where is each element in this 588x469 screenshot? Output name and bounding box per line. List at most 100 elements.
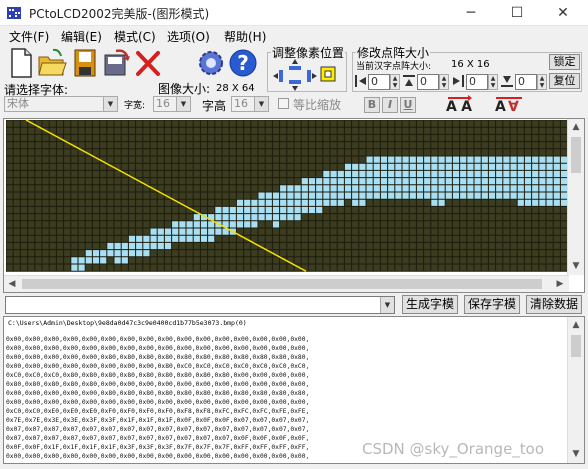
bottom-controls: ▼ 生成字模 保存字模 清除数据 xyxy=(0,295,588,315)
current-size-label: 当前汉字点阵大小: xyxy=(356,62,432,72)
window-title: PCtoLCD2002完美版-(图形模式) xyxy=(29,7,210,21)
scroll-right-icon[interactable]: ▶ xyxy=(552,276,568,292)
pixel-grid[interactable] xyxy=(6,120,568,275)
font-dropdown[interactable]: 宋体 ▼ xyxy=(4,96,118,112)
scroll-up-icon[interactable]: ▲ xyxy=(568,317,584,333)
char-height-value: 16 xyxy=(234,97,248,110)
height-grow-spin[interactable]: ▲ ▼ xyxy=(537,74,547,90)
scroll-down-icon[interactable]: ▼ xyxy=(568,446,584,462)
hex-line: 0x00,0x00,0x00,0x00,0x00,0x00,0x00,0x00,… xyxy=(6,363,310,370)
svg-text:A: A xyxy=(495,99,506,115)
output-vertical-scrollbar[interactable]: ▲ ▼ xyxy=(567,317,584,463)
title-bar: PCtoLCD2002完美版-(图形模式) ─ ☐ ✕ xyxy=(0,0,588,26)
grow-width-icon[interactable] xyxy=(451,74,465,88)
adjust-position-label: 调整像素位置 xyxy=(271,44,346,61)
svg-text:?: ? xyxy=(237,51,249,75)
menu-file[interactable]: 文件(F) xyxy=(9,28,49,45)
save-data-button[interactable]: 保存字模 xyxy=(464,295,520,314)
close-button[interactable]: ✕ xyxy=(540,0,586,26)
hex-line: 0x07,0x07,0x07,0x07,0x07,0x07,0x07,0x07,… xyxy=(6,426,310,433)
output-scroll-thumb[interactable] xyxy=(571,335,581,357)
canvas-horizontal-scrollbar[interactable]: ◀ ▶ xyxy=(4,275,569,292)
char-height-dropdown[interactable]: 16 ▼ xyxy=(231,96,269,112)
image-size-label: 图像大小: xyxy=(158,82,211,96)
hex-line: 0x07,0x07,0x07,0x07,0x07,0x07,0x07,0x07,… xyxy=(6,435,310,442)
generate-button[interactable]: 生成字模 xyxy=(402,295,458,314)
hex-line: 0xC0,0xC0,0xE0,0xE0,0xE0,0xF0,0xF0,0xF0,… xyxy=(6,408,310,415)
menu-edit[interactable]: 编辑(E) xyxy=(61,28,102,45)
move-up-icon[interactable] xyxy=(288,58,302,72)
output-file-path: C:\Users\Admin\Desktop\9e8da0d47c3c9e040… xyxy=(8,319,247,327)
watermark: CSDN @sky_Orange_too xyxy=(362,440,545,458)
hex-line: 0x00,0x00,0x00,0x00,0x00,0x00,0x00,0x00,… xyxy=(6,336,310,343)
hex-line: 0x00,0x00,0x00,0x00,0x00,0x80,0x80,0x80,… xyxy=(6,390,310,397)
current-size-value: 16 X 16 xyxy=(451,59,490,70)
chevron-down-icon: ▼ xyxy=(103,97,117,111)
center-position-icon[interactable] xyxy=(320,66,336,82)
scroll-left-icon[interactable]: ◀ xyxy=(4,276,20,292)
width-shrink-input[interactable]: 0 xyxy=(368,74,390,90)
char-width-dropdown[interactable]: 16 ▼ xyxy=(153,96,191,112)
height-grow-input[interactable]: 0 xyxy=(515,74,537,90)
help-icon[interactable]: ? xyxy=(228,47,258,79)
bold-button[interactable]: B xyxy=(364,97,380,113)
svg-text:∀: ∀ xyxy=(508,99,519,115)
hex-line: 0x00,0x00,0x00,0x00,0x00,0x00,0x00,0x00,… xyxy=(6,345,310,352)
height-shrink-spin[interactable]: ▲ ▼ xyxy=(439,74,449,90)
width-grow-input[interactable]: 0 xyxy=(466,74,488,90)
shrink-width-icon[interactable] xyxy=(354,74,368,88)
width-grow-spin[interactable]: ▲ ▼ xyxy=(488,74,498,90)
clear-data-button[interactable]: 清除数据 xyxy=(526,295,582,314)
hex-line: 0x00,0x00,0x00,0x00,0x00,0x80,0x80,0x80,… xyxy=(6,354,310,361)
height-shrink-input[interactable]: 0 xyxy=(417,74,439,90)
hex-output: 0x00,0x00,0x00,0x00,0x00,0x00,0x00,0x00,… xyxy=(6,335,309,461)
shrink-height-icon[interactable] xyxy=(402,74,416,88)
svg-text:A: A xyxy=(446,99,457,115)
proportional-checkbox[interactable] xyxy=(278,98,289,109)
char-width-value: 16 xyxy=(156,97,170,110)
output-dropdown[interactable]: ▼ xyxy=(5,296,395,314)
open-folder-icon[interactable] xyxy=(37,47,67,79)
vertical-scroll-thumb[interactable] xyxy=(571,137,581,173)
scroll-down-icon[interactable]: ▼ xyxy=(568,258,584,274)
lock-button[interactable]: 锁定 xyxy=(549,54,580,70)
image-size-value: 28 X 64 xyxy=(216,83,255,94)
scroll-up-icon[interactable]: ▲ xyxy=(568,119,584,135)
delete-x-icon[interactable] xyxy=(133,47,163,79)
restore-button[interactable]: 复位 xyxy=(549,73,580,89)
font-dropdown-value: 宋体 xyxy=(7,97,29,110)
menu-bar: 文件(F) 编辑(E) 模式(C) 选项(O) 帮助(H) xyxy=(0,26,588,44)
hex-line: 0x00,0x00,0x00,0x00,0x00,0x00,0x00,0x00,… xyxy=(6,399,310,406)
save-as-icon[interactable] xyxy=(102,47,132,79)
menu-mode[interactable]: 模式(C) xyxy=(114,28,156,45)
menu-help[interactable]: 帮助(H) xyxy=(224,28,266,45)
maximize-button[interactable]: ☐ xyxy=(494,0,540,26)
minimize-button[interactable]: ─ xyxy=(448,0,494,26)
move-left-icon[interactable] xyxy=(272,69,286,83)
new-file-icon[interactable] xyxy=(5,47,35,79)
svg-text:A: A xyxy=(461,99,472,115)
rotate-icon[interactable]: A A xyxy=(444,95,474,115)
underline-button[interactable]: U xyxy=(400,97,416,113)
settings-gear-icon[interactable] xyxy=(196,47,226,79)
horizontal-scroll-thumb[interactable] xyxy=(22,279,542,289)
hex-line: 0x80,0x80,0x80,0x80,0x80,0x00,0x00,0x00,… xyxy=(6,381,310,388)
canvas-vertical-scrollbar[interactable]: ▲ ▼ xyxy=(567,119,584,275)
chevron-down-icon: ▼ xyxy=(254,97,268,111)
proportional-label: 等比缩放 xyxy=(293,98,342,112)
app-icon xyxy=(7,7,21,19)
move-right-icon[interactable] xyxy=(304,69,318,83)
char-width-label: 字宽: xyxy=(124,101,146,111)
menu-options[interactable]: 选项(O) xyxy=(167,28,210,45)
grow-height-icon[interactable] xyxy=(500,74,514,88)
chevron-down-icon: ▼ xyxy=(176,97,190,111)
pixel-canvas[interactable]: ▲ ▼ ◀ ▶ xyxy=(3,118,585,293)
italic-button[interactable]: I xyxy=(382,97,398,113)
flip-icon[interactable]: A ∀ xyxy=(494,95,526,115)
char-height-label: 字高 xyxy=(202,99,227,113)
hex-line: 0x7E,0x7E,0x3E,0x3E,0x3F,0x3F,0x1F,0x1F,… xyxy=(6,417,310,424)
width-shrink-spin[interactable]: ▲ ▼ xyxy=(390,74,400,90)
chevron-down-icon: ▼ xyxy=(380,297,394,313)
move-down-icon[interactable] xyxy=(288,78,302,92)
save-disk-icon[interactable] xyxy=(70,47,100,79)
